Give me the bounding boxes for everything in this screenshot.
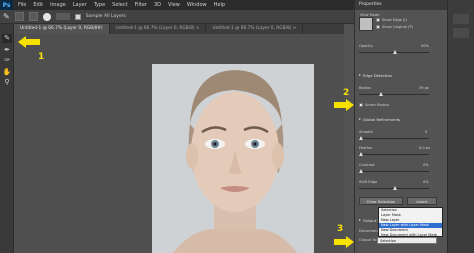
feather-slider-knob[interactable] [359, 152, 363, 156]
dock-icon-channels[interactable] [453, 28, 469, 38]
smooth-label: Smooth [359, 130, 373, 134]
menu-layer[interactable]: Layer [73, 0, 87, 10]
properties-title: Properties [355, 0, 447, 10]
menu-image[interactable]: Image [50, 0, 66, 10]
smart-radius-checkbox[interactable] [359, 103, 363, 107]
menu-file[interactable]: File [18, 0, 26, 10]
edge-detection-toggle-icon[interactable] [359, 74, 361, 76]
radius-slider-knob[interactable] [379, 92, 383, 96]
output-settings-toggle-icon[interactable] [359, 219, 361, 221]
show-original-label: Show Original (P) [382, 25, 414, 29]
smooth-slider-knob[interactable] [359, 136, 363, 140]
show-edge-label: Show Edge (J) [382, 18, 407, 22]
edge-detection-heading: Edge Detection [363, 73, 393, 78]
menu-type[interactable]: Type [94, 0, 105, 10]
brush-icon[interactable]: ✎ [3, 12, 10, 21]
brush-size-value[interactable] [55, 13, 70, 20]
tab-document-3[interactable]: Untitled-1 @ 66.7% (Layer 0, RGB/8) × [206, 24, 304, 34]
view-mode-thumbnail[interactable] [359, 17, 373, 31]
portrait-photo[interactable] [152, 64, 314, 253]
menu-3d[interactable]: 3D [154, 0, 161, 10]
sample-all-layers-label: Sample All Layers [85, 14, 126, 19]
feather-slider[interactable] [359, 152, 429, 156]
show-edge-checkbox[interactable] [376, 18, 380, 22]
toolbar: ✎ ✒ ✑ ✋ ⚲ [0, 24, 14, 253]
add-mode-button[interactable] [14, 12, 24, 21]
menu-help[interactable]: Help [214, 0, 225, 10]
output-to-select[interactable]: Selection [377, 237, 437, 244]
output-to-label: Output To [359, 238, 377, 242]
smooth-value[interactable]: 0 [425, 130, 427, 134]
annotation-number-1: 1 [38, 52, 45, 62]
tab-document-1[interactable]: Untitled-1 @ 66.7% (Layer 0, RGB/8#) [14, 24, 110, 34]
subtract-mode-button[interactable] [28, 12, 38, 21]
hand-tool-icon[interactable]: ✋ [2, 68, 12, 77]
smooth-slider[interactable] [359, 136, 429, 140]
output-to-dropdown-list[interactable]: Selection Layer Mask New Layer New Layer… [378, 207, 443, 237]
annotation-arrow-2 [334, 99, 354, 111]
woman-face-image [152, 64, 314, 253]
canvas-area[interactable] [14, 34, 344, 253]
contrast-slider-knob[interactable] [359, 169, 363, 173]
menu-window[interactable]: Window [187, 0, 207, 10]
panel-dock [447, 0, 474, 253]
opacity-label: Opacity [359, 44, 373, 48]
sample-all-layers-checkbox[interactable] [74, 13, 81, 20]
annotation-arrow-1 [18, 36, 40, 48]
refine-radius-tool-icon[interactable]: ✑ [2, 56, 12, 65]
contrast-value[interactable]: 0% [423, 163, 429, 167]
opacity-slider-knob[interactable] [393, 50, 397, 54]
global-refinements-toggle-icon[interactable] [359, 118, 361, 120]
invert-button[interactable]: Invert [407, 197, 437, 205]
menu-select[interactable]: Select [112, 0, 127, 10]
global-refinements-heading: Global Refinements [363, 117, 401, 122]
shift-edge-label: Shift Edge [359, 180, 378, 184]
document-tabs: Untitled-1 @ 66.7% (Layer 0, RGB/8#) Unt… [14, 24, 344, 34]
show-original-checkbox[interactable] [376, 25, 380, 29]
shift-edge-value[interactable]: 0% [423, 180, 429, 184]
photoshop-logo: Ps [0, 0, 13, 10]
menu-items: File Edit Image Layer Type Select Filter… [18, 0, 225, 10]
feather-label: Feather [359, 146, 373, 150]
tab-document-2[interactable]: Untitled-1 @ 66.7% (Layer 0, RGB/8) × [110, 24, 207, 34]
feather-value[interactable]: 0.0 px [419, 146, 430, 150]
contrast-slider[interactable] [359, 169, 429, 173]
menu-view[interactable]: View [168, 0, 180, 10]
radius-label: Radius [359, 86, 372, 90]
annotation-number-3: 3 [337, 224, 344, 234]
radius-slider[interactable] [359, 92, 429, 96]
shift-edge-slider[interactable] [359, 186, 429, 190]
zoom-tool-icon[interactable]: ⚲ [2, 78, 12, 87]
brush-size-preview[interactable] [42, 12, 51, 21]
dock-icon-layers[interactable] [453, 14, 469, 24]
opacity-value[interactable]: 50% [421, 44, 429, 48]
menu-edit[interactable]: Edit [33, 0, 43, 10]
shift-edge-slider-knob[interactable] [393, 186, 397, 190]
contrast-label: Contrast [359, 163, 375, 167]
radius-value[interactable]: 39 px [419, 86, 429, 90]
smart-radius-label: Smart Radius [365, 103, 390, 107]
brush-tool-icon[interactable]: ✎ [2, 34, 12, 43]
clear-selection-button[interactable]: Clear Selection [359, 197, 403, 205]
opacity-slider[interactable] [359, 50, 429, 54]
annotation-number-2: 2 [343, 88, 350, 98]
menu-filter[interactable]: Filter [135, 0, 147, 10]
annotation-arrow-3 [334, 236, 354, 248]
quick-selection-tool-icon[interactable]: ✒ [2, 46, 12, 55]
